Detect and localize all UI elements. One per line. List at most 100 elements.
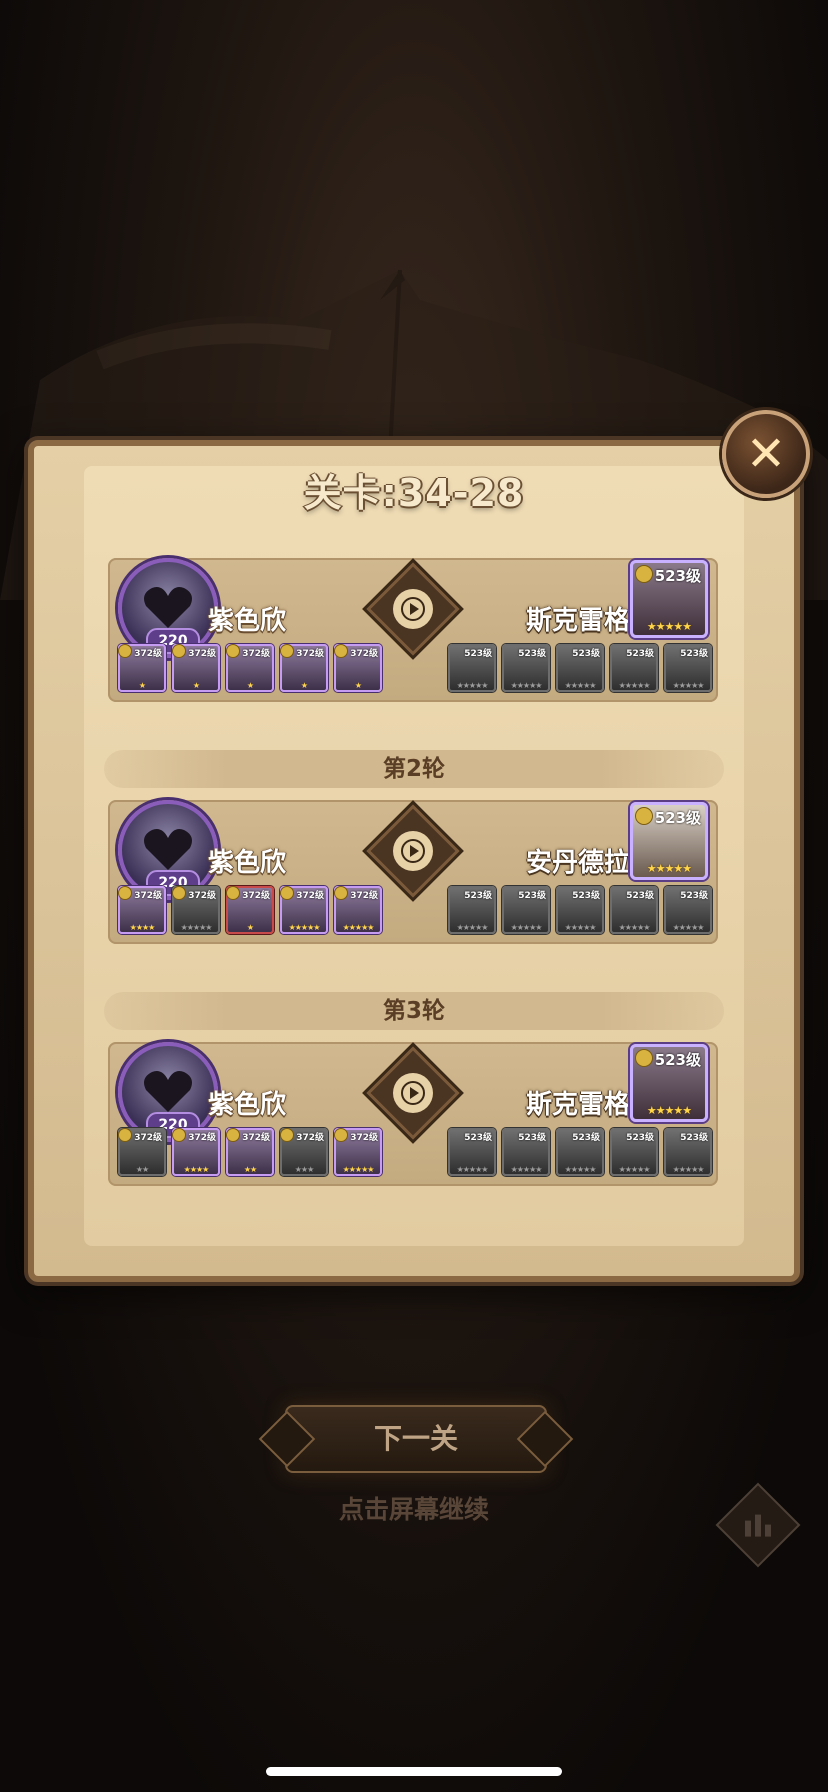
hero-stars: ★★★★★ — [618, 681, 651, 690]
hero-stars: ★★★★★ — [618, 923, 651, 932]
player-hero[interactable]: 372级 ★★★★★ — [172, 886, 220, 934]
hero-stars: ★★★★★ — [672, 923, 705, 932]
play-icon — [401, 1081, 425, 1105]
hero-level: 372级 — [350, 1133, 378, 1143]
hero-stars: ★★★★★ — [456, 681, 489, 690]
player-hero[interactable]: 372级 ★ — [280, 644, 328, 692]
round-card-1: 220 紫色欣 斯克雷格 523级 ★★★★★ 372级 ★ 372级 ★ 372级… — [108, 558, 718, 702]
faction-icon — [226, 644, 240, 658]
hero-stars: ★ — [192, 681, 200, 690]
hero-level: 372级 — [350, 649, 378, 659]
enemy-name: 斯克雷格 — [525, 1090, 630, 1120]
round-card-3: 220 紫色欣 斯克雷格 523级 ★★★★★ 372级 ★★ 372级 ★★★★ … — [108, 1042, 718, 1186]
player-hero[interactable]: 372级 ★ — [226, 644, 274, 692]
faction-icon — [334, 886, 348, 900]
enemy-hero[interactable]: 523级 ★★★★★ — [664, 886, 712, 934]
player-hero[interactable]: 372级 ★ — [118, 644, 166, 692]
player-hero[interactable]: 372级 ★ — [172, 644, 220, 692]
hero-stars: ★★★★★ — [564, 1165, 597, 1174]
replay-button[interactable] — [366, 1046, 460, 1140]
enemy-hero[interactable]: 523级 ★★★★★ — [448, 886, 496, 934]
enemy-name: 斯克雷格 — [525, 606, 630, 636]
hero-level: 523级 — [518, 649, 546, 659]
player-name: 紫色欣 — [208, 1090, 287, 1120]
enemy-hero[interactable]: 523级 ★★★★★ — [556, 1128, 604, 1176]
faction-icon — [280, 1128, 294, 1142]
enemy-hero[interactable]: 523级 ★★★★★ — [664, 644, 712, 692]
enemy-hero[interactable]: 523级 ★★★★★ — [502, 644, 550, 692]
hero-level: 523级 — [626, 891, 654, 901]
home-indicator[interactable] — [266, 1767, 562, 1776]
faction-icon — [226, 1128, 240, 1142]
tap-to-continue-hint: 点击屏幕继续 — [338, 1495, 489, 1524]
hero-level: 523级 — [464, 649, 492, 659]
enemy-hero[interactable]: 523级 ★★★★★ — [448, 644, 496, 692]
hero-stars: ★★★★★ — [342, 923, 375, 932]
enemy-hero[interactable]: 523级 ★★★★★ — [556, 886, 604, 934]
round-card-2: 220 紫色欣 安丹德拉 523级 ★★★★★ 372级 ★★★★ 372级 ★★★… — [108, 800, 718, 944]
hero-level: 372级 — [134, 649, 162, 659]
player-avatar[interactable]: 220 — [118, 558, 218, 658]
player-hero[interactable]: 372级 ★★★★ — [172, 1128, 220, 1176]
player-name: 紫色欣 — [208, 606, 287, 636]
bar-chart-icon — [745, 1514, 771, 1537]
hero-stars: ★ — [246, 923, 254, 932]
enemy-hero[interactable]: 523级 ★★★★★ — [610, 644, 658, 692]
faction-icon — [118, 644, 132, 658]
play-icon — [401, 839, 425, 863]
round-label-3: 第3轮 — [104, 992, 724, 1030]
enemy-portrait[interactable]: 523级 ★★★★★ — [630, 802, 708, 880]
hero-level: 523级 — [680, 649, 708, 659]
hero-level: 372级 — [296, 649, 324, 659]
player-avatar[interactable]: 220 — [118, 1042, 218, 1142]
stage-title: 关卡:34-28 — [303, 471, 525, 515]
player-hero[interactable]: 372级 ★★★★★ — [280, 886, 328, 934]
level-coin-icon — [635, 807, 653, 825]
hero-level: 372级 — [350, 891, 378, 901]
faction-icon — [118, 1128, 132, 1142]
player-hero[interactable]: 372级 ★★★★★ — [334, 1128, 382, 1176]
enemy-level: 523级 — [654, 567, 701, 585]
player-hero[interactable]: 372级 ★ — [334, 644, 382, 692]
replay-button[interactable] — [366, 804, 460, 898]
next-stage-button[interactable]: 下一关 — [285, 1405, 547, 1473]
enemy-hero[interactable]: 523级 ★★★★★ — [610, 1128, 658, 1176]
enemy-hero[interactable]: 523级 ★★★★★ — [556, 644, 604, 692]
hero-level: 523级 — [572, 1133, 600, 1143]
enemy-hero[interactable]: 523级 ★★★★★ — [610, 886, 658, 934]
enemy-level: 523级 — [654, 809, 701, 827]
hero-stars: ★★★★★ — [456, 1165, 489, 1174]
replay-button[interactable] — [366, 562, 460, 656]
enemy-portrait[interactable]: 523级 ★★★★★ — [630, 1044, 708, 1122]
faction-icon — [172, 886, 186, 900]
hero-level: 523级 — [518, 1133, 546, 1143]
level-coin-icon — [635, 565, 653, 583]
enemy-hero[interactable]: 523级 ★★★★★ — [664, 1128, 712, 1176]
player-hero[interactable]: 372级 ★ — [226, 886, 274, 934]
hero-stars: ★★★★★ — [510, 1165, 543, 1174]
hero-stars: ★★★★★ — [564, 923, 597, 932]
enemy-hero-row: 523级 ★★★★★ 523级 ★★★★★ 523级 ★★★★★ 523级 ★★★★★ … — [448, 644, 712, 692]
player-avatar[interactable]: 220 — [118, 800, 218, 900]
heart-hands-icon — [144, 1071, 192, 1112]
hero-stars: ★★★★★ — [672, 681, 705, 690]
enemy-hero[interactable]: 523级 ★★★★★ — [448, 1128, 496, 1176]
hero-stars: ★ — [354, 681, 362, 690]
hero-level: 372级 — [296, 891, 324, 901]
round-label-2: 第2轮 — [104, 750, 724, 788]
enemy-hero-row: 523级 ★★★★★ 523级 ★★★★★ 523级 ★★★★★ 523级 ★★★★★ … — [448, 886, 712, 934]
player-hero[interactable]: 372级 ★★★★★ — [334, 886, 382, 934]
hero-level: 523级 — [572, 891, 600, 901]
hero-level: 372级 — [242, 1133, 270, 1143]
player-hero[interactable]: 372级 ★★★★ — [118, 886, 166, 934]
enemy-portrait[interactable]: 523级 ★★★★★ — [630, 560, 708, 638]
enemy-hero[interactable]: 523级 ★★★★★ — [502, 1128, 550, 1176]
player-hero[interactable]: 372级 ★★ — [118, 1128, 166, 1176]
close-button[interactable]: ✕ — [722, 410, 810, 498]
enemy-hero[interactable]: 523级 ★★★★★ — [502, 886, 550, 934]
hero-level: 372级 — [296, 1133, 324, 1143]
player-hero[interactable]: 372级 ★★★ — [280, 1128, 328, 1176]
hero-stars: ★★★★★ — [618, 1165, 651, 1174]
player-hero[interactable]: 372级 ★★ — [226, 1128, 274, 1176]
hero-stars: ★★★★★ — [510, 923, 543, 932]
